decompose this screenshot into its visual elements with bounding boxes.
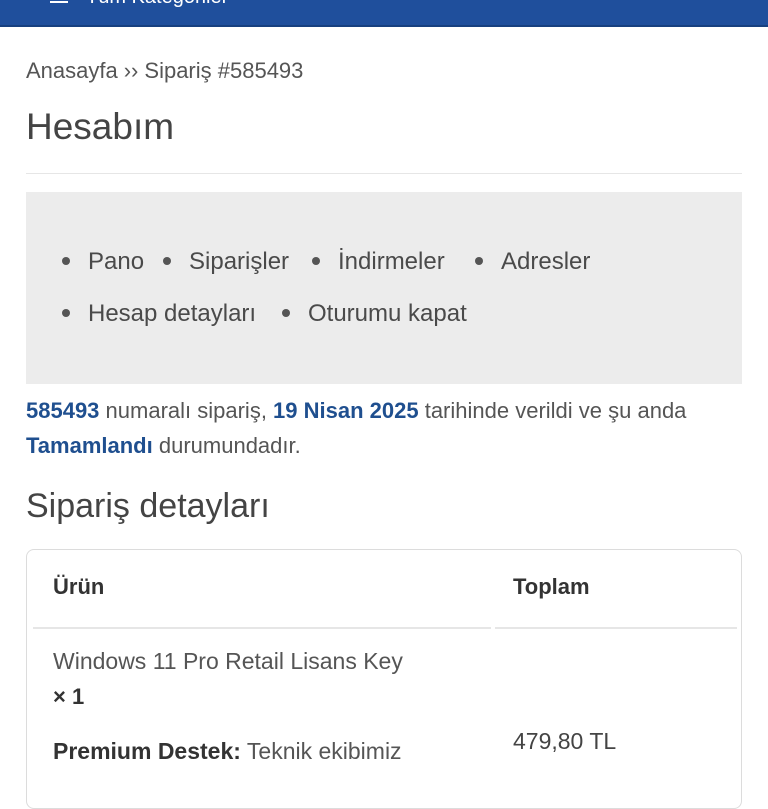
column-header-product: Ürün	[53, 574, 105, 599]
account-nav-label: Siparişler	[189, 248, 290, 275]
bullet-icon	[475, 256, 483, 265]
product-meta-value: Teknik ekibimiz	[240, 738, 402, 764]
bullet-icon	[312, 256, 320, 265]
order-status-message: 585493 numaralı sipariş, 19 Nisan 2025 t…	[26, 393, 742, 463]
order-details-table: Ürün Toplam Windows 11 Pro Retail Lisans…	[26, 549, 742, 809]
order-message-text: tarihinde verildi ve şu anda	[418, 398, 687, 423]
order-date: 19 Nisan 2025	[273, 398, 419, 423]
order-details-title: Sipariş detayları	[26, 487, 270, 525]
categories-button[interactable]: Tüm Kategoriler	[86, 0, 228, 9]
account-nav-item-hesap-detaylari[interactable]: Hesap detayları	[62, 300, 256, 328]
page-title: Hesabım	[26, 106, 175, 147]
account-nav-label: Oturumu kapat	[308, 300, 467, 327]
column-header-total: Toplam	[513, 574, 590, 599]
order-message-text: numaralı sipariş,	[99, 398, 274, 423]
header-divider	[495, 627, 737, 629]
account-nav-item-siparisler[interactable]: Siparişler	[163, 248, 289, 276]
account-nav-item-adresler[interactable]: Adresler	[475, 248, 590, 276]
account-navigation: Pano Siparişler İndirmeler Adresler Hesa…	[26, 192, 742, 384]
product-meta-label: Premium Destek:	[53, 738, 241, 764]
breadcrumb-home-link[interactable]: Anasayfa	[26, 58, 118, 83]
account-nav-label: Adresler	[501, 248, 591, 275]
menu-icon[interactable]	[50, 0, 68, 3]
account-nav-label: İndirmeler	[338, 248, 445, 275]
title-divider	[26, 173, 742, 174]
breadcrumb-current: Sipariş #585493	[144, 58, 304, 83]
account-nav-label: Hesap detayları	[88, 300, 257, 327]
order-number: 585493	[26, 398, 100, 423]
order-message-text: durumundadır.	[152, 433, 301, 458]
product-total-price: 479,80 TL	[513, 728, 617, 754]
bullet-icon	[282, 308, 290, 317]
account-nav-item-pano[interactable]: Pano	[62, 248, 144, 276]
product-quantity: × 1	[53, 684, 85, 709]
bullet-icon	[62, 256, 70, 265]
top-header-bar: Tüm Kategoriler	[0, 0, 768, 27]
order-status: Tamamlandı	[26, 433, 153, 458]
product-meta: Premium Destek: Teknik ekibimiz	[53, 738, 402, 765]
account-nav-item-indirmeler[interactable]: İndirmeler	[312, 248, 445, 276]
bullet-icon	[163, 256, 171, 265]
header-divider	[33, 627, 491, 629]
product-name-link[interactable]: Windows 11 Pro Retail Lisans Key	[53, 648, 403, 675]
breadcrumb-separator: ››	[123, 58, 139, 83]
bullet-icon	[62, 308, 70, 317]
account-nav-item-oturumu-kapat[interactable]: Oturumu kapat	[282, 300, 467, 328]
breadcrumb: Anasayfa ›› Sipariş #585493	[26, 58, 303, 84]
account-nav-label: Pano	[88, 248, 145, 275]
